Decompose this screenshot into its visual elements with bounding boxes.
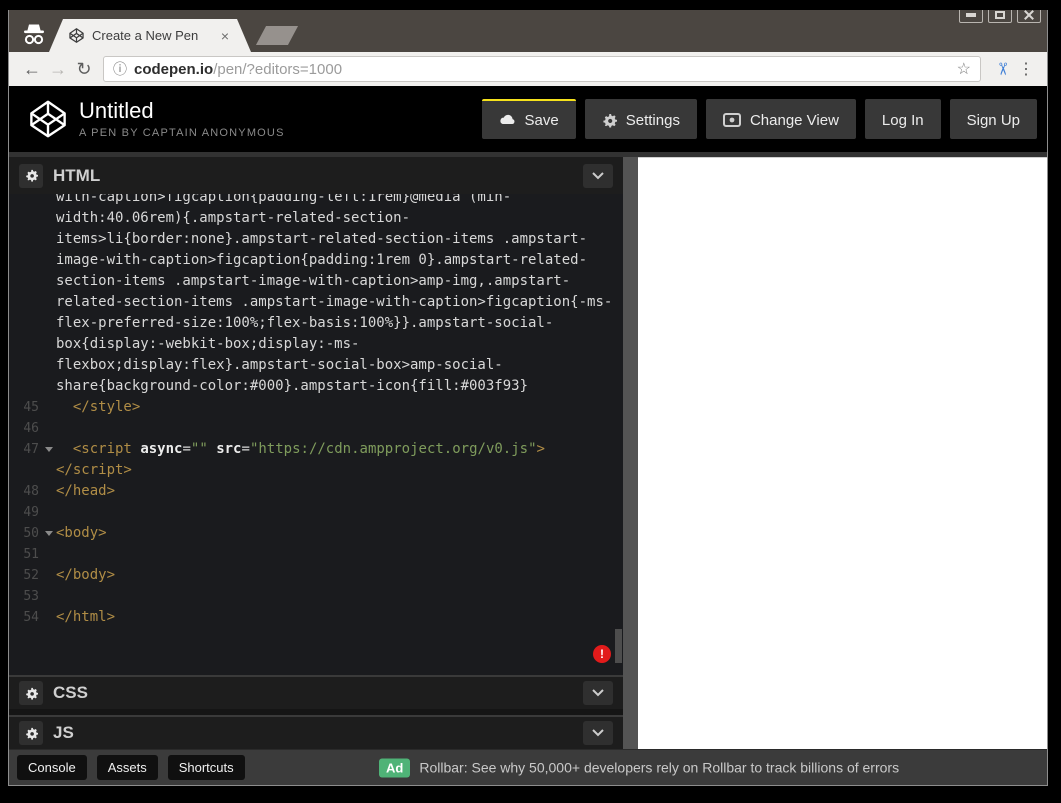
sign-up-button[interactable]: Sign Up bbox=[950, 99, 1037, 139]
forward-icon[interactable]: → bbox=[45, 60, 71, 78]
editor-preview-resizer[interactable] bbox=[623, 157, 638, 749]
js-panel-header[interactable]: JS bbox=[9, 715, 623, 749]
code-line[interactable]: box{display:-webkit-box;display:-ms- bbox=[17, 334, 623, 355]
html-collapse-chevron-down-icon[interactable] bbox=[583, 164, 613, 188]
url-host: codepen.io bbox=[134, 61, 213, 78]
save-button-label: Save bbox=[525, 112, 559, 129]
page-info-icon[interactable]: ⓘ bbox=[113, 59, 127, 79]
console-button[interactable]: Console bbox=[17, 755, 87, 780]
css-collapse-chevron-down-icon[interactable] bbox=[583, 681, 613, 705]
code-line[interactable]: image-with-caption>figcaption{padding:1r… bbox=[17, 250, 623, 271]
browser-tab[interactable]: Create a New Pen × bbox=[49, 19, 251, 52]
cloud-icon bbox=[499, 114, 516, 126]
bookmark-star-icon[interactable]: ☆ bbox=[957, 59, 971, 79]
code-line[interactable]: 53 bbox=[17, 586, 623, 607]
reload-icon[interactable]: ↻ bbox=[71, 60, 97, 78]
code-line[interactable]: </script> bbox=[17, 460, 623, 481]
new-tab-button[interactable] bbox=[256, 26, 298, 45]
back-icon[interactable]: ← bbox=[19, 60, 45, 78]
code-line[interactable]: 52</body> bbox=[17, 565, 623, 586]
shortcuts-button[interactable]: Shortcuts bbox=[168, 755, 245, 780]
pen-byline: A PEN BY CAPTAIN ANONYMOUS bbox=[79, 127, 285, 139]
gear-icon bbox=[602, 113, 617, 128]
code-lines: with-caption>figcaption{padding-left:1re… bbox=[17, 194, 623, 628]
tab-close-icon[interactable]: × bbox=[221, 29, 229, 43]
html-code-editor[interactable]: with-caption>figcaption{padding-left:1re… bbox=[9, 194, 623, 675]
url-path: /pen/?editors=1000 bbox=[213, 61, 342, 78]
log-in-button-label: Log In bbox=[882, 112, 924, 129]
js-panel-label: JS bbox=[53, 723, 74, 743]
minimize-icon[interactable] bbox=[959, 10, 983, 23]
js-collapse-chevron-down-icon[interactable] bbox=[583, 721, 613, 745]
code-line[interactable]: share{background-color:#000}.ampstart-ic… bbox=[17, 376, 623, 397]
html-settings-gear-icon[interactable] bbox=[19, 164, 43, 188]
desktop: { "browser": { "tab": { "title": "Create… bbox=[0, 0, 1061, 803]
url-input[interactable]: ⓘ codepen.io /pen/?editors=1000 ☆ bbox=[103, 56, 981, 82]
code-line[interactable]: 47 <script async="" src="https://cdn.amp… bbox=[17, 439, 623, 460]
editor-scrollbar-thumb[interactable] bbox=[615, 629, 622, 663]
code-line[interactable]: items>li{border:none}.ampstart-related-s… bbox=[17, 229, 623, 250]
view-icon bbox=[723, 113, 741, 127]
change-view-button[interactable]: Change View bbox=[706, 99, 856, 139]
ad-link[interactable]: Ad Rollbar: See why 50,000+ developers r… bbox=[379, 758, 899, 777]
ad-badge: Ad bbox=[379, 758, 410, 777]
code-line[interactable]: 54</html> bbox=[17, 607, 623, 628]
editor-column: HTML with-caption>figcaption{padding-lef… bbox=[9, 157, 623, 749]
code-line[interactable]: flexbox;display:flex}.ampstart-social-bo… bbox=[17, 355, 623, 376]
save-button[interactable]: Save bbox=[482, 99, 576, 139]
maximize-icon[interactable] bbox=[988, 10, 1012, 23]
code-line[interactable]: 50<body> bbox=[17, 523, 623, 544]
code-line[interactable]: 49 bbox=[17, 502, 623, 523]
tab-favicon-codepen-icon bbox=[69, 28, 84, 43]
incognito-icon bbox=[19, 21, 49, 47]
error-badge[interactable]: ! bbox=[593, 645, 611, 663]
codepen-logo-icon[interactable] bbox=[29, 100, 67, 138]
code-line[interactable]: 51 bbox=[17, 544, 623, 565]
browser-menu-icon[interactable]: ⋮ bbox=[1015, 59, 1037, 79]
ad-text: Rollbar: See why 50,000+ developers rely… bbox=[419, 760, 899, 776]
code-line[interactable]: flex-preferred-size:100%;flex-basis:100%… bbox=[17, 313, 623, 334]
change-view-button-label: Change View bbox=[750, 112, 839, 129]
browser-toolbar: ← → ↻ ⓘ codepen.io /pen/?editors=1000 ☆ … bbox=[9, 52, 1047, 86]
window-controls bbox=[959, 10, 1041, 23]
browser-window: Create a New Pen × ← → ↻ ⓘ codepen.io /p… bbox=[8, 10, 1048, 786]
log-in-button[interactable]: Log In bbox=[865, 99, 941, 139]
header-buttons: Save Settings Change View Log In Sign Up bbox=[482, 99, 1037, 139]
code-line[interactable]: width:40.06rem){.ampstart-related-sectio… bbox=[17, 208, 623, 229]
settings-button-label: Settings bbox=[626, 112, 680, 129]
settings-button[interactable]: Settings bbox=[585, 99, 697, 139]
editor-footer: Console Assets Shortcuts Ad Rollbar: See… bbox=[9, 749, 1047, 785]
css-panel-header[interactable]: CSS bbox=[9, 675, 623, 709]
code-line[interactable]: 45 </style> bbox=[17, 397, 623, 418]
code-line[interactable]: 46 bbox=[17, 418, 623, 439]
css-panel-label: CSS bbox=[53, 683, 88, 703]
js-settings-gear-icon[interactable] bbox=[19, 721, 43, 745]
css-settings-gear-icon[interactable] bbox=[19, 681, 43, 705]
html-panel: HTML with-caption>figcaption{padding-lef… bbox=[9, 157, 623, 675]
tab-strip: Create a New Pen × bbox=[9, 10, 1047, 52]
extension-scissors-icon[interactable]: ✂ bbox=[992, 56, 1012, 82]
code-line[interactable]: section-items .ampstart-image-with-capti… bbox=[17, 271, 623, 292]
main-area: HTML with-caption>figcaption{padding-lef… bbox=[9, 152, 1047, 749]
pen-title-block: Untitled A PEN BY CAPTAIN ANONYMOUS bbox=[79, 99, 285, 138]
code-line[interactable]: related-section-items .ampstart-image-wi… bbox=[17, 292, 623, 313]
pen-title: Untitled bbox=[79, 99, 285, 123]
code-line[interactable]: 48</head> bbox=[17, 481, 623, 502]
tab-title: Create a New Pen bbox=[92, 28, 213, 43]
codepen-header: Untitled A PEN BY CAPTAIN ANONYMOUS Save… bbox=[9, 86, 1047, 152]
assets-button[interactable]: Assets bbox=[97, 755, 158, 780]
sign-up-button-label: Sign Up bbox=[967, 112, 1020, 129]
close-icon[interactable] bbox=[1017, 10, 1041, 23]
code-line[interactable]: with-caption>figcaption{padding-left:1re… bbox=[17, 194, 623, 208]
html-panel-label: HTML bbox=[53, 166, 100, 186]
preview-pane bbox=[638, 157, 1047, 749]
html-panel-header[interactable]: HTML bbox=[9, 157, 623, 194]
